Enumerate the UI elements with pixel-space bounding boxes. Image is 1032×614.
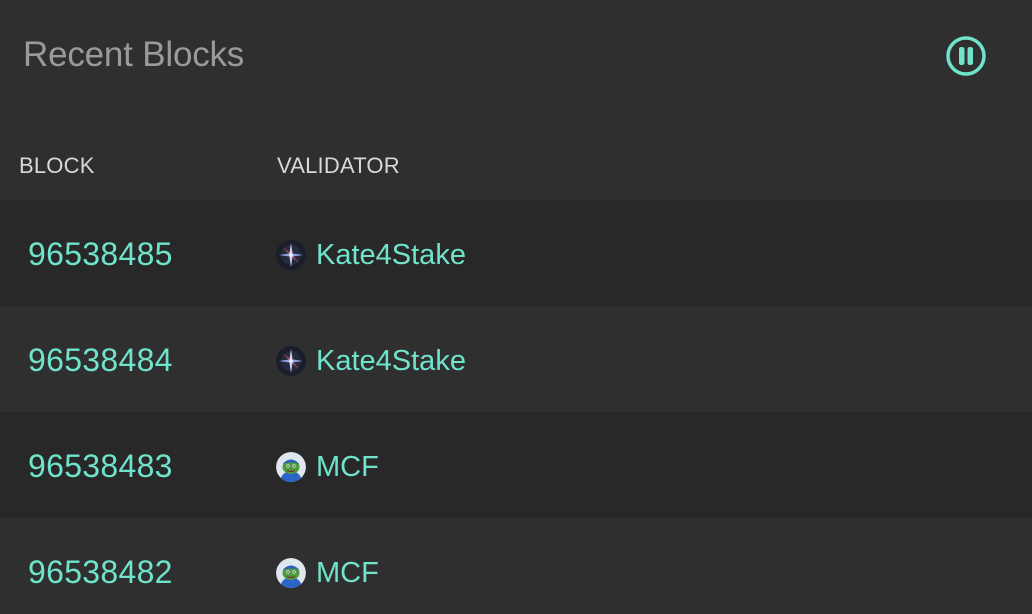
- panel-title: Recent Blocks: [23, 35, 245, 74]
- kate4stake-avatar-icon: [276, 240, 306, 270]
- table-row: 96538485 Kate4Stake: [0, 200, 1032, 306]
- pause-button[interactable]: [945, 35, 987, 77]
- panel-header: Recent Blocks: [0, 0, 1032, 112]
- block-number-link[interactable]: 96538484: [28, 340, 173, 380]
- column-header-block: BLOCK: [19, 153, 95, 178]
- validator-link[interactable]: Kate4Stake: [276, 238, 466, 272]
- kate4stake-avatar-icon: [276, 346, 306, 376]
- validator-name: MCF: [316, 451, 379, 483]
- pause-circle-icon: [946, 36, 986, 76]
- validator-name: MCF: [316, 557, 379, 589]
- table-row: 96538484 Kate4Stake: [0, 306, 1032, 412]
- validator-link[interactable]: MCF: [276, 450, 379, 484]
- recent-blocks-panel: Recent Blocks BLOCK VALIDATOR 96538485 K…: [0, 0, 1032, 614]
- column-header-validator: VALIDATOR: [277, 153, 400, 178]
- mcf-avatar-icon: [276, 558, 306, 588]
- validator-link[interactable]: Kate4Stake: [276, 344, 466, 378]
- validator-name: Kate4Stake: [316, 345, 466, 377]
- blocks-table: 96538485 Kate4Stake 96538484 Kate4Stake …: [0, 200, 1032, 614]
- block-number-link[interactable]: 96538485: [28, 234, 173, 274]
- table-row: 96538483 MCF: [0, 412, 1032, 518]
- table-row: 96538482 MCF: [0, 518, 1032, 614]
- mcf-avatar-icon: [276, 452, 306, 482]
- block-number-link[interactable]: 96538483: [28, 446, 173, 486]
- validator-name: Kate4Stake: [316, 239, 466, 271]
- block-number-link[interactable]: 96538482: [28, 552, 173, 592]
- validator-link[interactable]: MCF: [276, 556, 379, 590]
